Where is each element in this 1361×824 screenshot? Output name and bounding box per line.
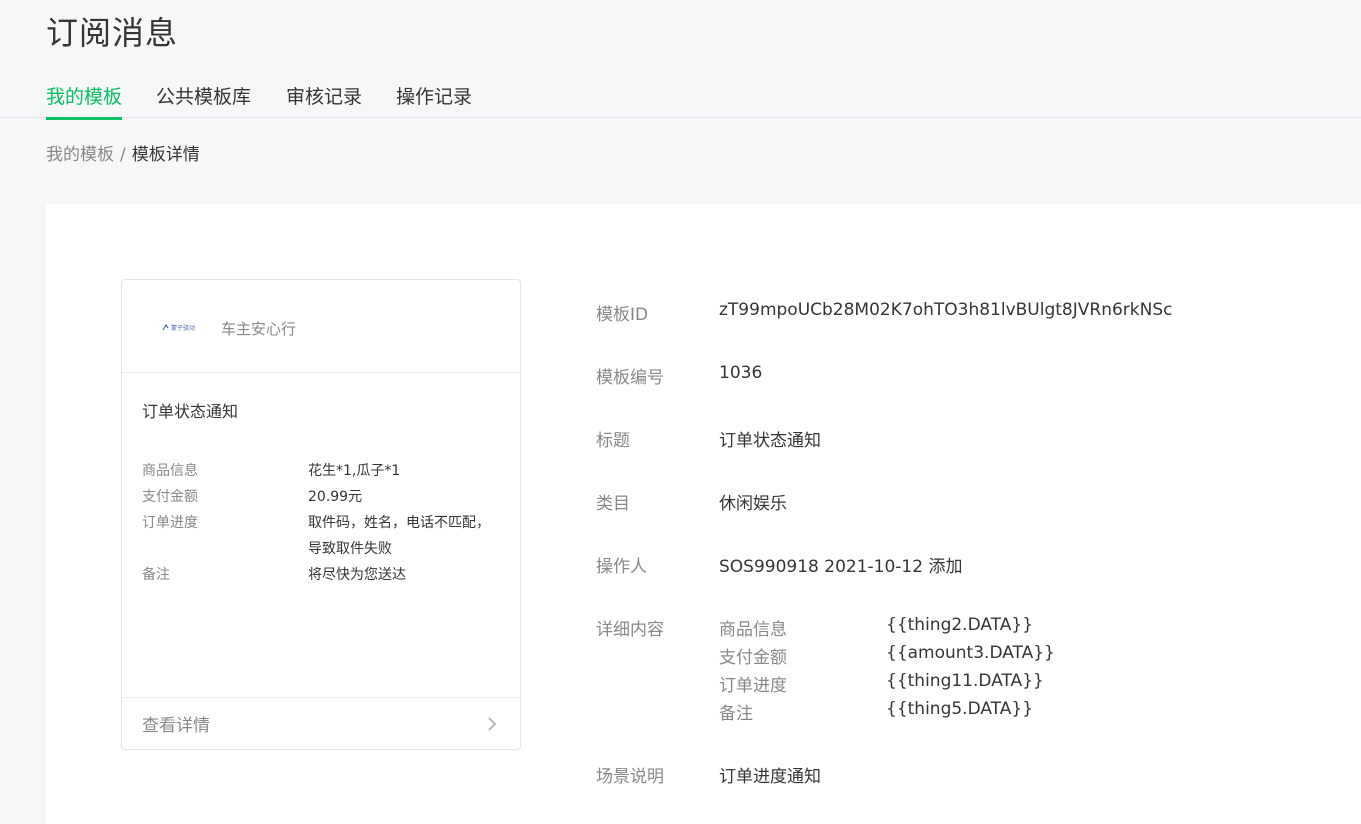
scene-value: 订单进度通知 — [719, 767, 821, 787]
content-field-name: 商品信息 — [719, 620, 787, 640]
category-value: 休闲娱乐 — [719, 494, 787, 514]
breadcrumb-current: 模板详情 — [131, 145, 200, 165]
content-field-list: 商品信息 {{thing2.DATA}} 支付金额 {{amount3.DATA… — [719, 615, 1119, 727]
content-field-row: 支付金额 {{amount3.DATA}} — [719, 643, 1119, 671]
preview-field-list: 商品信息 花生*1,瓜子*1 支付金额 20.99元 订单进度 取件码，姓名，电… — [142, 458, 502, 588]
preview-field-key: 支付金额 — [142, 489, 198, 505]
preview-field-key: 订单进度 — [142, 515, 198, 531]
info-label: 详细内容 — [596, 620, 664, 640]
tab-bar: 我的模板 公共模板库 审核记录 操作记录 — [0, 70, 1361, 120]
tab-public-library[interactable]: 公共模板库 — [156, 82, 251, 119]
preview-field-row: 商品信息 花生*1,瓜子*1 — [142, 458, 502, 484]
preview-field-row: 支付金额 20.99元 — [142, 484, 502, 510]
preview-field-row: 订单进度 取件码，姓名，电话不匹配，导致取件失败 — [142, 510, 502, 562]
info-label: 场景说明 — [596, 767, 664, 787]
page-title: 订阅消息 — [46, 14, 179, 52]
content-field-row: 订单进度 {{thing11.DATA}} — [719, 671, 1119, 699]
info-label: 模板ID — [596, 305, 649, 325]
breadcrumb: 我的模板 / 模板详情 — [46, 140, 200, 165]
tab-my-templates[interactable]: 我的模板 — [46, 82, 123, 120]
info-label: 标题 — [596, 431, 630, 451]
brand-name: 车主安心行 — [221, 320, 297, 338]
content-field-row: 商品信息 {{thing2.DATA}} — [719, 615, 1119, 643]
info-label: 操作人 — [596, 557, 647, 577]
content-field-name: 订单进度 — [719, 676, 787, 696]
info-label: 模板编号 — [596, 368, 664, 388]
brand-logo: 蒙子驿动 — [162, 323, 195, 332]
template-id-value: zT99mpoUCb28M02K7ohTO3h81lvBUlgt8JVRn6rk… — [719, 300, 1173, 320]
chevron-right-icon — [488, 717, 497, 731]
message-preview-card: 蒙子驿动 车主安心行 订单状态通知 商品信息 花生*1,瓜子*1 支付金额 20… — [121, 279, 521, 750]
content-field-row: 备注 {{thing5.DATA}} — [719, 699, 1119, 727]
preview-field-key: 备注 — [142, 567, 170, 583]
breadcrumb-separator: / — [120, 145, 126, 165]
info-label: 类目 — [596, 494, 630, 514]
template-no-value: 1036 — [719, 363, 763, 383]
tab-operation-records[interactable]: 操作记录 — [396, 82, 472, 119]
tab-review-records[interactable]: 审核记录 — [286, 82, 362, 119]
preview-header: 蒙子驿动 车主安心行 — [122, 280, 520, 373]
content-field-code: {{thing11.DATA}} — [886, 671, 1044, 691]
preview-title: 订单状态通知 — [142, 402, 239, 421]
preview-field-value: 将尽快为您送达 — [308, 567, 406, 583]
preview-field-row: 备注 将尽快为您送达 — [142, 562, 502, 588]
operator-value: SOS990918 2021-10-12 添加 — [719, 557, 963, 577]
template-detail-panel: 蒙子驿动 车主安心行 订单状态通知 商品信息 花生*1,瓜子*1 支付金额 20… — [46, 204, 1361, 824]
breadcrumb-parent[interactable]: 我的模板 — [46, 145, 114, 165]
content-field-code: {{thing5.DATA}} — [886, 699, 1034, 719]
preview-field-value: 20.99元 — [308, 489, 363, 505]
preview-field-key: 商品信息 — [142, 463, 198, 479]
title-value: 订单状态通知 — [719, 431, 821, 451]
content-field-code: {{thing2.DATA}} — [886, 615, 1034, 635]
content-field-name: 支付金额 — [719, 648, 787, 668]
svg-text:蒙子驿动: 蒙子驿动 — [171, 324, 195, 332]
content-field-code: {{amount3.DATA}} — [886, 643, 1055, 663]
preview-field-value: 花生*1,瓜子*1 — [308, 463, 401, 479]
content-field-name: 备注 — [719, 704, 753, 724]
preview-field-value: 取件码，姓名，电话不匹配，导致取件失败 — [308, 515, 490, 557]
view-details-link[interactable]: 查看详情 — [122, 697, 520, 749]
view-details-label: 查看详情 — [142, 716, 210, 736]
